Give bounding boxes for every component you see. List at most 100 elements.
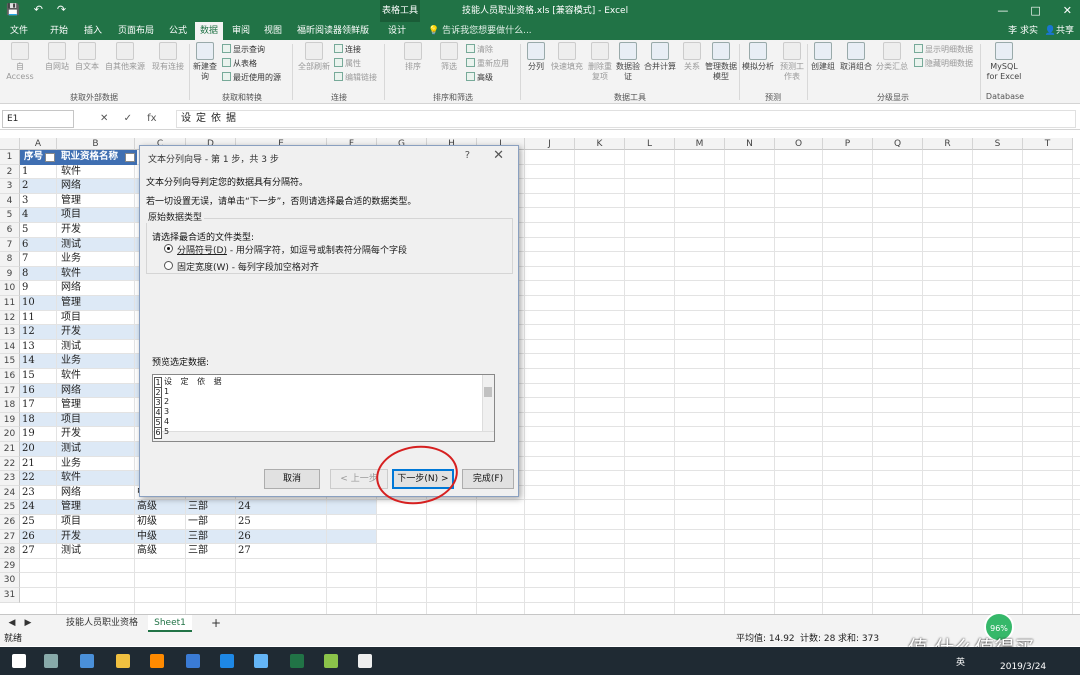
forecast-sheet-button[interactable]: 预测工作表: [778, 42, 806, 82]
row-header-1[interactable]: 1: [0, 150, 20, 165]
data-validation-button[interactable]: 数据验证: [614, 42, 642, 82]
column-header-r[interactable]: R: [923, 138, 973, 150]
cell-seq[interactable]: 9: [20, 281, 57, 296]
save-icon[interactable]: 💾: [6, 3, 20, 16]
row-header-12[interactable]: 12: [0, 310, 20, 326]
cell-seq[interactable]: 8: [20, 267, 57, 282]
cell-basis[interactable]: 27: [236, 544, 327, 559]
cell-qualification[interactable]: 项目: [57, 208, 135, 223]
row-header-26[interactable]: 26: [0, 515, 20, 530]
add-sheet-button[interactable]: +: [206, 615, 226, 632]
cell-basis[interactable]: 24: [236, 500, 327, 515]
sheet-tab-sheet1[interactable]: Sheet1: [148, 615, 192, 632]
input-language[interactable]: 英: [956, 655, 965, 668]
cell-seq[interactable]: 7: [20, 252, 57, 267]
tab-design[interactable]: 设计: [380, 22, 414, 40]
row-header-14[interactable]: 14: [0, 339, 20, 355]
row-header-7[interactable]: 7: [0, 237, 20, 253]
tab-foxit[interactable]: 福昕阅读器领鲜版: [292, 22, 374, 40]
from-other-button[interactable]: 自其他来源: [102, 42, 148, 72]
select-all-corner[interactable]: [0, 138, 20, 150]
row-header-9[interactable]: 9: [0, 266, 20, 282]
cancel-icon[interactable]: ✕: [100, 113, 108, 124]
cell-department[interactable]: 三部: [186, 530, 236, 545]
enter-icon[interactable]: ✓: [124, 113, 132, 124]
row-header-5[interactable]: 5: [0, 208, 20, 223]
cell-qualification[interactable]: 管理: [57, 500, 135, 515]
subtotal-button[interactable]: 分类汇总: [874, 42, 910, 72]
mysql-button[interactable]: MySQL for Excel: [984, 42, 1024, 82]
row-header-6[interactable]: 6: [0, 223, 20, 238]
finish-button[interactable]: 完成(F): [462, 469, 514, 489]
cell-level[interactable]: 初级: [135, 515, 186, 530]
start-icon[interactable]: [12, 654, 26, 668]
cell-seq[interactable]: 5: [20, 223, 57, 238]
tab-insert[interactable]: 插入: [78, 22, 108, 40]
cell-qualification[interactable]: 开发: [57, 223, 135, 238]
column-header-m[interactable]: M: [675, 138, 725, 150]
row-header-31[interactable]: 31: [0, 588, 20, 603]
delimited-radio[interactable]: [164, 244, 173, 253]
row-header-8[interactable]: 8: [0, 252, 20, 267]
column-header-b[interactable]: B: [57, 138, 135, 150]
fixed-width-option[interactable]: 固定宽度(W) - 每列字段加空格对齐: [177, 260, 319, 273]
cell-department[interactable]: 一部: [186, 515, 236, 530]
remove-duplicates-button[interactable]: 删除重复项: [586, 42, 614, 82]
from-web-button[interactable]: 自网站: [42, 42, 72, 72]
cell-department[interactable]: 三部: [186, 544, 236, 559]
row-header-19[interactable]: 19: [0, 412, 20, 428]
close-button[interactable]: ✕: [1063, 0, 1072, 22]
row-header-15[interactable]: 15: [0, 354, 20, 369]
cell-seq[interactable]: 27: [20, 544, 57, 559]
row-header-24[interactable]: 24: [0, 485, 20, 501]
cell-seq[interactable]: 1: [20, 165, 57, 180]
show-detail-button[interactable]: 显示明细数据: [914, 44, 973, 55]
cell-seq[interactable]: 16: [20, 384, 57, 399]
row-header-13[interactable]: 13: [0, 325, 20, 340]
excel-icon[interactable]: [290, 654, 304, 668]
cell-qualification[interactable]: 软件: [57, 369, 135, 384]
cell-qualification[interactable]: 测试: [57, 238, 135, 253]
row-header-3[interactable]: 3: [0, 179, 20, 194]
maximize-button[interactable]: □: [1030, 0, 1040, 22]
cell-seq[interactable]: 11: [20, 311, 57, 326]
clear-filter-button[interactable]: 清除: [466, 44, 493, 55]
column-header-p[interactable]: P: [823, 138, 873, 150]
name-box[interactable]: E1: [2, 110, 74, 128]
cell-qualification[interactable]: 业务: [57, 457, 135, 472]
redo-icon[interactable]: ↷: [57, 3, 66, 16]
cell-qualification[interactable]: 软件: [57, 471, 135, 486]
cell-seq[interactable]: 22: [20, 471, 57, 486]
cell-seq[interactable]: 21: [20, 457, 57, 472]
cell-seq[interactable]: 19: [20, 427, 57, 442]
row-header-29[interactable]: 29: [0, 558, 20, 574]
row-header-27[interactable]: 27: [0, 529, 20, 545]
fx-icon[interactable]: fx: [147, 113, 156, 124]
row-header-22[interactable]: 22: [0, 456, 20, 472]
cell-qualification[interactable]: 管理: [57, 398, 135, 413]
cell-qualification[interactable]: 测试: [57, 442, 135, 457]
tab-review[interactable]: 审阅: [226, 22, 256, 40]
filter-dropdown-icon[interactable]: [45, 153, 55, 162]
row-header-28[interactable]: 28: [0, 544, 20, 559]
cell-basis[interactable]: 26: [236, 530, 327, 545]
column-header-t[interactable]: T: [1023, 138, 1073, 150]
fixed-width-radio[interactable]: [164, 261, 173, 270]
cell-qualification[interactable]: 项目: [57, 311, 135, 326]
cell-qualification[interactable]: 开发: [57, 325, 135, 340]
cell-qualification[interactable]: 管理: [57, 194, 135, 209]
app-icon[interactable]: [80, 654, 94, 668]
cell-seq[interactable]: 13: [20, 340, 57, 355]
column-header-q[interactable]: Q: [873, 138, 923, 150]
sort-button[interactable]: 排序: [400, 42, 426, 72]
tab-data[interactable]: 数据: [195, 22, 223, 40]
formula-input[interactable]: 设定依据: [176, 110, 1076, 128]
cell-qualification[interactable]: 软件: [57, 267, 135, 282]
cell-qualification[interactable]: 管理: [57, 296, 135, 311]
cell-qualification[interactable]: 网络: [57, 281, 135, 296]
row-header-21[interactable]: 21: [0, 442, 20, 457]
cell-seq[interactable]: 20: [20, 442, 57, 457]
column-header-j[interactable]: J: [525, 138, 575, 150]
from-text-button[interactable]: 自文本: [72, 42, 102, 72]
properties-button[interactable]: 属性: [334, 58, 361, 69]
